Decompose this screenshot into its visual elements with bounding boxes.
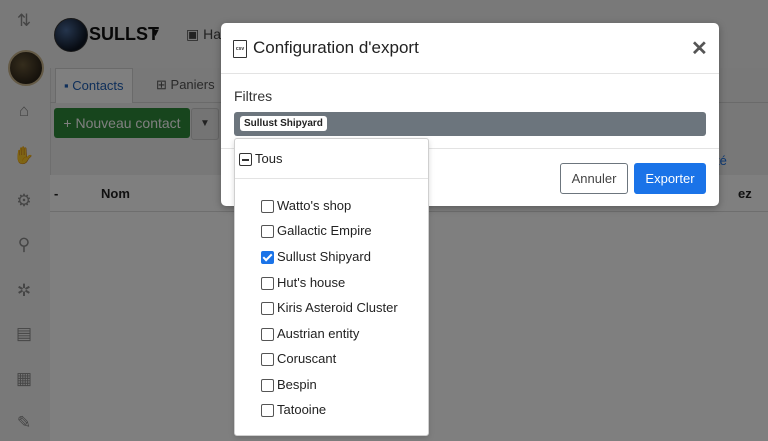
dropdown-option[interactable]: Coruscant <box>261 349 426 369</box>
dropdown-option[interactable]: Sullust Shipyard <box>261 247 426 267</box>
filter-dropdown-list: Tous Watto's shop Gallactic Empire Sullust… <box>234 138 429 436</box>
checkbox[interactable] <box>261 302 274 315</box>
indeterminate-checkbox[interactable] <box>239 153 252 166</box>
dropdown-option[interactable]: Watto's shop <box>261 196 426 216</box>
dropdown-option-label: Tatooine <box>277 402 327 417</box>
close-icon[interactable]: ✕ <box>691 36 708 61</box>
checkbox[interactable] <box>261 277 274 290</box>
filter-label: Filtres <box>234 88 273 104</box>
dropdown-option-label: Gallactic Empire <box>277 223 372 238</box>
dropdown-option[interactable]: Hut's house <box>261 273 426 293</box>
dropdown-option-label: Coruscant <box>277 351 337 366</box>
modal-header: csv Configuration d'export ✕ <box>221 23 719 74</box>
checkbox[interactable] <box>261 328 274 341</box>
dropdown-option-label: Austrian entity <box>277 326 360 341</box>
csv-file-icon: csv <box>233 40 247 58</box>
selected-filter-chip[interactable]: Sullust Shipyard <box>240 116 327 131</box>
dropdown-option[interactable]: Austrian entity <box>261 324 426 344</box>
checkbox[interactable] <box>261 200 274 213</box>
dropdown-option-label: Kiris Asteroid Cluster <box>277 300 398 315</box>
checked-checkbox[interactable] <box>261 251 274 264</box>
dropdown-option-label: Bespin <box>277 377 317 392</box>
dropdown-option[interactable]: Bespin <box>261 375 426 395</box>
select-all-label: Tous <box>255 151 283 166</box>
filter-select[interactable]: Sullust Shipyard <box>234 112 706 136</box>
dropdown-option[interactable]: Tatooine <box>261 400 426 420</box>
modal-title: Configuration d'export <box>253 38 419 57</box>
dropdown-option[interactable]: Kiris Asteroid Cluster <box>261 298 426 318</box>
dropdown-option-label: Hut's house <box>277 275 346 290</box>
checkbox[interactable] <box>261 404 274 417</box>
checkbox[interactable] <box>261 353 274 366</box>
dropdown-option[interactable]: Gallactic Empire <box>261 221 426 241</box>
checkbox[interactable] <box>261 379 274 392</box>
dropdown-option-label: Watto's shop <box>277 198 352 213</box>
export-button[interactable]: Exporter <box>634 163 706 194</box>
dropdown-option-label: Sullust Shipyard <box>277 249 371 264</box>
checkbox[interactable] <box>261 225 274 238</box>
select-all-option[interactable]: Tous <box>235 139 428 179</box>
cancel-button[interactable]: Annuler <box>560 163 628 194</box>
